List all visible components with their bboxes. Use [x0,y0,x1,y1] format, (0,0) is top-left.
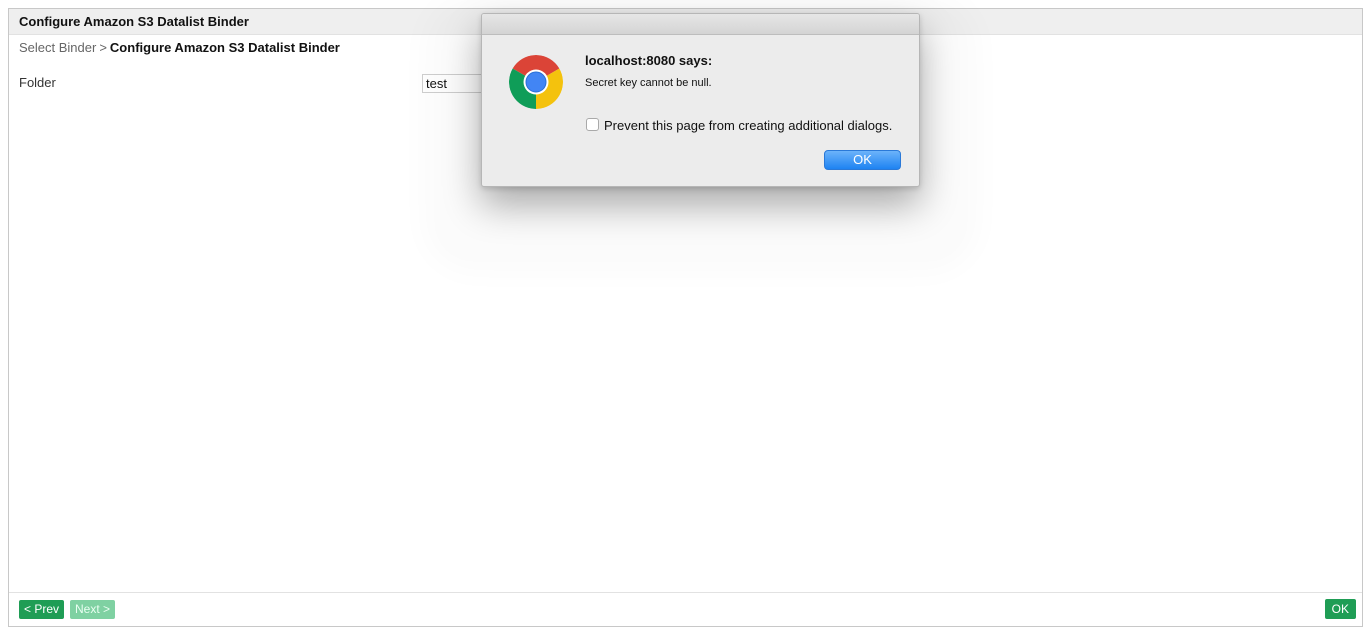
alert-dialog: localhost:8080 says: Secret key cannot b… [481,13,920,187]
breadcrumb-current: Configure Amazon S3 Datalist Binder [109,40,340,55]
prevent-dialogs-checkbox[interactable] [586,118,599,131]
panel-title: Configure Amazon S3 Datalist Binder [19,14,249,29]
dialog-message: Secret key cannot be null. [585,77,712,89]
next-button[interactable]: Next > [70,600,116,619]
breadcrumb-separator: > [99,40,107,55]
prev-button[interactable]: < Prev [19,600,65,619]
dialog-titlebar [482,14,919,35]
dialog-ok-button[interactable]: OK [824,150,901,170]
folder-label: Folder [19,75,56,90]
chrome-logo-icon [509,55,563,109]
page-ok-button[interactable]: OK [1324,599,1356,619]
panel-footer: < Prev Next > OK [9,592,1362,626]
dialog-title: localhost:8080 says: [585,53,713,68]
breadcrumb: Select Binder > Configure Amazon S3 Datali… [19,40,340,55]
prevent-dialogs-label[interactable]: Prevent this page from creating addition… [604,118,892,133]
breadcrumb-parent-link[interactable]: Select Binder [19,40,96,55]
